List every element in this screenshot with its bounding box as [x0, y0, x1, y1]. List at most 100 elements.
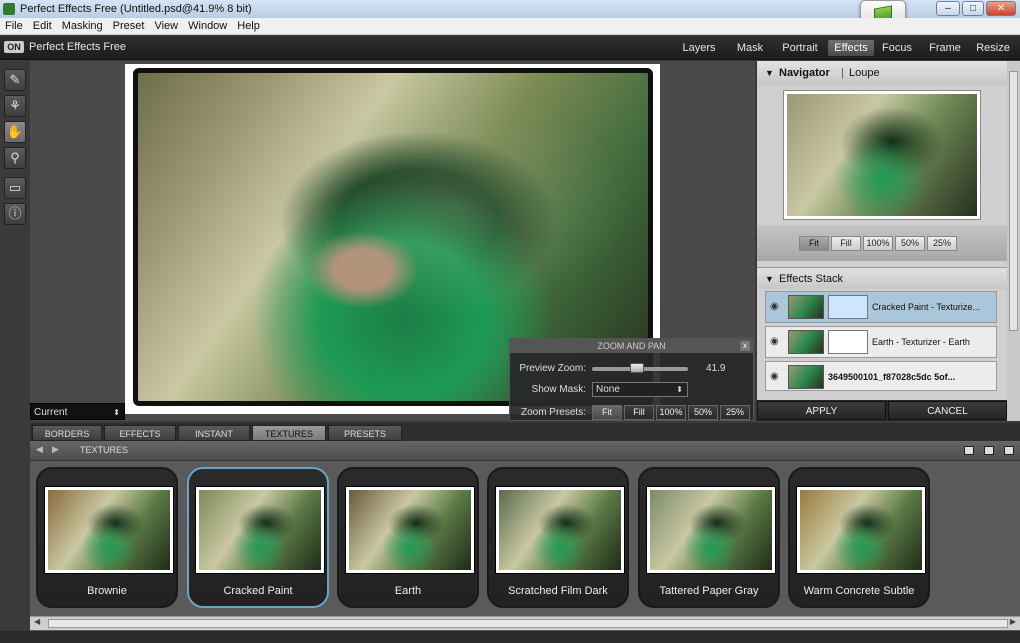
- list-view-icon[interactable]: [964, 446, 974, 455]
- large-thumb-view-icon[interactable]: [1004, 446, 1014, 455]
- menu-masking[interactable]: Masking: [57, 18, 108, 35]
- effects-stack-header: ▼ Effects Stack: [757, 267, 1007, 289]
- grid-view-icon[interactable]: [984, 446, 994, 455]
- preset-card-tattered-paper-gray[interactable]: Tattered Paper Gray: [638, 467, 780, 608]
- title-bar: Perfect Effects Free (Untitled.psd@41.9%…: [0, 0, 1020, 30]
- preset-card-earth[interactable]: Earth: [337, 467, 479, 608]
- app-header: ON Perfect Effects Free Layers Mask Port…: [0, 36, 1020, 60]
- browser-header: ◀ ▶ TEXTURES: [30, 441, 1020, 461]
- cancel-button[interactable]: CANCEL: [888, 401, 1007, 420]
- preset-card-brownie[interactable]: Brownie: [36, 467, 178, 608]
- zoom-slider-handle[interactable]: [630, 363, 644, 373]
- tab-instant[interactable]: INSTANT: [178, 425, 250, 441]
- menu-view[interactable]: View: [149, 18, 183, 35]
- close-icon[interactable]: x: [740, 341, 750, 351]
- navigator-thumbnail[interactable]: [784, 91, 980, 219]
- preset-card-scratched-film-dark[interactable]: Scratched Film Dark: [487, 467, 629, 608]
- chevron-updown-icon: ⬍: [113, 408, 120, 417]
- close-button[interactable]: ✕: [986, 1, 1016, 16]
- effects-stack-title: Effects Stack: [779, 273, 843, 285]
- zoom-preset-fit[interactable]: Fit: [592, 405, 622, 420]
- window-title: Perfect Effects Free (Untitled.psd@41.9%…: [20, 3, 252, 15]
- app-icon: [3, 3, 15, 15]
- effect-mask-thumbnail[interactable]: [828, 295, 868, 319]
- tab-focus[interactable]: Focus: [878, 40, 916, 56]
- minimize-button[interactable]: –: [936, 1, 960, 16]
- zoom-pan-title: ZOOM AND PAN: [510, 339, 753, 353]
- effect-stack-item[interactable]: ◉ Earth - Texturizer - Earth: [765, 326, 997, 358]
- preset-name: Brownie: [87, 585, 127, 597]
- effect-stack-item[interactable]: ◉ 3649500101_f87028c5dc 5of...: [765, 361, 997, 391]
- show-mask-select[interactable]: None ⬍: [592, 382, 688, 397]
- preview-zoom-label: Preview Zoom:: [519, 363, 586, 374]
- scroll-right-icon[interactable]: ▶: [1010, 617, 1016, 626]
- mask-tool-icon[interactable]: ⚘: [4, 95, 26, 117]
- menu-edit[interactable]: Edit: [28, 18, 57, 35]
- right-panel: ▼ Navigator | Loupe Fit Fill 100% 50% 25…: [757, 61, 1007, 421]
- back-arrow-icon[interactable]: ◀: [36, 444, 43, 455]
- nav-25-button[interactable]: 25%: [927, 236, 957, 251]
- browser-scrollbar[interactable]: ◀ ▶: [30, 616, 1020, 630]
- scrollbar-thumb[interactable]: [48, 619, 1008, 628]
- base-layer-name: 3649500101_f87028c5dc 5of...: [828, 372, 956, 382]
- preset-name: Tattered Paper Gray: [659, 585, 759, 597]
- forward-arrow-icon[interactable]: ▶: [52, 444, 59, 455]
- tab-effects-browser[interactable]: EFFECTS: [104, 425, 176, 441]
- preset-thumbnail: [196, 487, 324, 573]
- eye-icon[interactable]: ◉: [770, 302, 782, 312]
- tab-portrait[interactable]: Portrait: [776, 40, 824, 56]
- preset-thumbnail: [496, 487, 624, 573]
- preset-thumbnail: [45, 487, 173, 573]
- effect-stack-item[interactable]: ◉ Cracked Paint - Texturize...: [765, 291, 997, 323]
- zoom-preset-100[interactable]: 100%: [656, 405, 686, 420]
- effect-mask-thumbnail[interactable]: [828, 330, 868, 354]
- tab-effects[interactable]: Effects: [828, 40, 874, 56]
- tab-frame[interactable]: Frame: [924, 40, 966, 56]
- collapse-triangle-icon[interactable]: ▼: [765, 268, 774, 290]
- effect-name: Cracked Paint - Texturize...: [872, 302, 980, 312]
- view-mode-select[interactable]: Current ⬍: [30, 403, 125, 420]
- collapse-triangle-icon[interactable]: ▼: [765, 61, 774, 85]
- nav-fit-button[interactable]: Fit: [799, 236, 829, 251]
- eye-icon[interactable]: ◉: [770, 337, 782, 347]
- nav-fill-button[interactable]: Fill: [831, 236, 861, 251]
- on1-logo: ON: [4, 41, 24, 53]
- zoom-icon[interactable]: ⚲: [4, 147, 26, 169]
- preset-thumbnail: [647, 487, 775, 573]
- tab-mask[interactable]: Mask: [730, 40, 770, 56]
- app-name: Perfect Effects Free: [29, 41, 127, 53]
- zoom-preset-50[interactable]: 50%: [688, 405, 718, 420]
- hand-icon[interactable]: ✋: [4, 121, 26, 143]
- maximize-button[interactable]: □: [962, 1, 984, 16]
- tab-borders[interactable]: BORDERS: [32, 425, 102, 441]
- nav-50-button[interactable]: 50%: [895, 236, 925, 251]
- scrollbar-thumb[interactable]: [1009, 71, 1018, 331]
- menu-help[interactable]: Help: [232, 18, 265, 35]
- preset-card-cracked-paint[interactable]: Cracked Paint: [187, 467, 329, 608]
- scroll-left-icon[interactable]: ◀: [34, 617, 40, 626]
- zoom-value: 41.9: [706, 363, 726, 374]
- perfect-effects-window: Perfect Effects Free (Untitled.psd@41.9%…: [0, 0, 1020, 643]
- tab-layers[interactable]: Layers: [678, 40, 720, 56]
- tab-textures[interactable]: TEXTURES: [252, 425, 326, 441]
- menu-window[interactable]: Window: [183, 18, 232, 35]
- apply-button[interactable]: APPLY: [757, 401, 886, 420]
- preset-card-warm-concrete-subtle[interactable]: Warm Concrete Subtle: [788, 467, 930, 608]
- right-panel-scrollbar[interactable]: [1007, 61, 1020, 421]
- navigator-tab[interactable]: Navigator: [779, 61, 830, 85]
- status-bar: [0, 631, 1020, 643]
- menu-file[interactable]: File: [0, 18, 28, 35]
- tab-presets[interactable]: PRESETS: [328, 425, 402, 441]
- zoom-presets-label: Zoom Presets:: [520, 407, 586, 418]
- info-icon[interactable]: ⓘ: [4, 203, 26, 225]
- eye-icon[interactable]: ◉: [770, 372, 782, 382]
- effect-thumbnail: [788, 295, 824, 319]
- tab-resize[interactable]: Resize: [972, 40, 1014, 56]
- loupe-tab[interactable]: Loupe: [849, 61, 880, 85]
- brush-icon[interactable]: ✎: [4, 69, 26, 91]
- menu-preset[interactable]: Preset: [108, 18, 150, 35]
- zoom-preset-25[interactable]: 25%: [720, 405, 750, 420]
- zoom-preset-fill[interactable]: Fill: [624, 405, 654, 420]
- compare-icon[interactable]: ▭: [4, 177, 26, 199]
- nav-100-button[interactable]: 100%: [863, 236, 893, 251]
